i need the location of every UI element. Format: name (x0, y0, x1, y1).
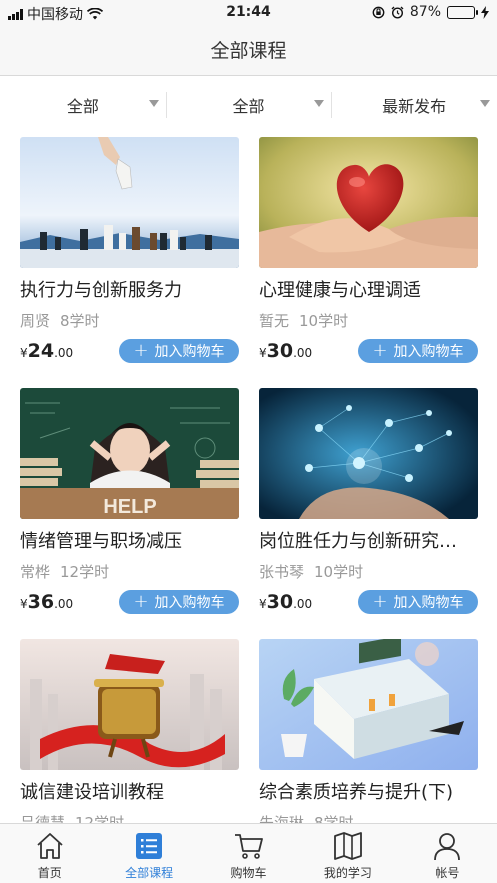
caret-down-icon (314, 100, 325, 107)
course-hours: 8学时 (60, 312, 100, 330)
price-decimal: .00 (293, 346, 313, 360)
price-integer: 24 (27, 340, 55, 362)
filter-bar: 全部 全部 最新发布 (0, 84, 497, 126)
course-price: ¥30.00 (259, 340, 312, 362)
course-card[interactable]: 岗位胜任力与创新研究… 张书琴 10学时 ¥30.00 + 加入购物车 (259, 388, 478, 614)
course-title[interactable]: 诚信建设培训教程 (20, 779, 239, 807)
plus-icon: + (372, 340, 388, 361)
filter-sort-dropdown[interactable]: 最新发布 (331, 84, 497, 126)
course-teacher: 常桦 (20, 563, 51, 581)
tab-account[interactable]: 帐号 (398, 824, 497, 883)
course-title[interactable]: 情绪管理与职场减压 (20, 528, 239, 556)
price-decimal: .00 (54, 597, 74, 611)
course-title[interactable]: 岗位胜任力与创新研究… (259, 528, 478, 556)
add-to-cart-button[interactable]: + 加入购物车 (358, 339, 478, 363)
course-thumbnail-stress[interactable]: HELP (20, 388, 239, 519)
currency-symbol: ¥ (259, 597, 267, 611)
filter-label: 全部 (66, 97, 99, 116)
user-icon (434, 833, 461, 861)
status-right: 87% (372, 4, 489, 20)
course-thumbnail-chess[interactable] (20, 137, 239, 268)
currency-symbol: ¥ (259, 346, 267, 360)
plus-icon: + (133, 591, 149, 612)
currency-symbol: ¥ (20, 597, 28, 611)
course-title[interactable]: 执行力与创新服务力 (20, 277, 239, 305)
add-to-cart-label: 加入购物车 (393, 344, 464, 360)
alarm-icon (391, 6, 404, 19)
tab-label: 帐号 (435, 866, 460, 880)
course-actions: ¥30.00 + 加入购物车 (259, 339, 478, 363)
tab-bar: 首页 全部课程 购物车 我的学习 帐号 (0, 823, 497, 883)
course-thumbnail-integrity[interactable] (20, 639, 239, 770)
course-price: ¥30.00 (259, 591, 312, 613)
course-actions: ¥24.00 + 加入购物车 (20, 339, 239, 363)
add-to-cart-button[interactable]: + 加入购物车 (119, 590, 239, 614)
battery-icon (447, 5, 478, 19)
course-card[interactable]: 心理健康与心理调适 暂无 10学时 ¥30.00 + 加入购物车 (259, 137, 478, 363)
price-integer: 30 (266, 591, 294, 613)
filter-category-dropdown[interactable]: 全部 (0, 84, 166, 126)
caret-down-icon (148, 100, 159, 107)
course-meta: 张书琴 10学时 (259, 561, 478, 583)
plus-icon: + (372, 591, 388, 612)
tab-label: 全部课程 (125, 866, 174, 880)
help-sign-text: HELP (103, 496, 156, 518)
filter-label: 最新发布 (382, 97, 447, 116)
tab-cart[interactable]: 购物车 (199, 824, 298, 883)
course-actions: ¥30.00 + 加入购物车 (259, 590, 478, 614)
navigation-bar: 全部课程 (0, 26, 497, 76)
course-hours: 12学时 (60, 563, 110, 581)
course-teacher: 暂无 (259, 312, 290, 330)
add-to-cart-label: 加入购物车 (154, 595, 225, 611)
tab-label: 首页 (37, 866, 62, 880)
course-meta: 周贤 8学时 (20, 310, 239, 332)
list-icon (136, 833, 163, 859)
cart-icon (234, 834, 263, 859)
page-title: 全部课程 (210, 40, 287, 62)
charging-icon (481, 5, 489, 19)
book-icon (334, 832, 362, 860)
course-thumbnail-education[interactable] (259, 639, 478, 770)
price-integer: 36 (27, 591, 55, 613)
course-actions: ¥36.00 + 加入购物车 (20, 590, 239, 614)
tab-home[interactable]: 首页 (0, 824, 99, 883)
tab-label: 购物车 (230, 866, 267, 880)
course-price: ¥36.00 (20, 591, 73, 613)
add-to-cart-label: 加入购物车 (393, 595, 464, 611)
plus-icon: + (133, 340, 149, 361)
course-teacher: 张书琴 (259, 563, 305, 581)
course-thumbnail-network[interactable] (259, 388, 478, 519)
course-teacher: 周贤 (20, 312, 51, 330)
course-card[interactable]: HELP 情绪管理与职场减压 常桦 12学时 ¥36.00 + 加入购物车 (20, 388, 239, 614)
home-icon (37, 833, 63, 859)
tab-label: 我的学习 (323, 866, 372, 880)
price-decimal: .00 (54, 346, 74, 360)
tab-my-learning[interactable]: 我的学习 (298, 824, 397, 883)
rotation-lock-icon (372, 6, 385, 18)
caret-down-icon (480, 100, 491, 107)
course-title[interactable]: 心理健康与心理调适 (259, 277, 478, 305)
filter-label: 全部 (232, 97, 265, 116)
currency-symbol: ¥ (20, 346, 28, 360)
course-meta: 暂无 10学时 (259, 310, 478, 332)
price-integer: 30 (266, 340, 294, 362)
price-decimal: .00 (293, 597, 313, 611)
course-meta: 常桦 12学时 (20, 561, 239, 583)
battery-percent: 87% (409, 4, 441, 20)
course-card[interactable]: 执行力与创新服务力 周贤 8学时 ¥24.00 + 加入购物车 (20, 137, 239, 363)
course-price: ¥24.00 (20, 340, 73, 362)
course-card[interactable]: 诚信建设培训教程 吕德慧12学时 (20, 639, 239, 834)
status-bar: 中国移动 21:44 87% (0, 0, 497, 26)
course-card[interactable]: 综合素质培养与提升(下) 朱海琳8学时 (259, 639, 478, 834)
add-to-cart-button[interactable]: + 加入购物车 (119, 339, 239, 363)
course-title[interactable]: 综合素质培养与提升(下) (259, 779, 478, 807)
add-to-cart-label: 加入购物车 (154, 344, 225, 360)
tab-all-courses[interactable]: 全部课程 (99, 824, 198, 883)
add-to-cart-button[interactable]: + 加入购物车 (358, 590, 478, 614)
filter-type-dropdown[interactable]: 全部 (165, 84, 332, 126)
course-hours: 10学时 (314, 563, 364, 581)
course-thumbnail-heart[interactable] (259, 137, 478, 268)
course-hours: 10学时 (299, 312, 349, 330)
